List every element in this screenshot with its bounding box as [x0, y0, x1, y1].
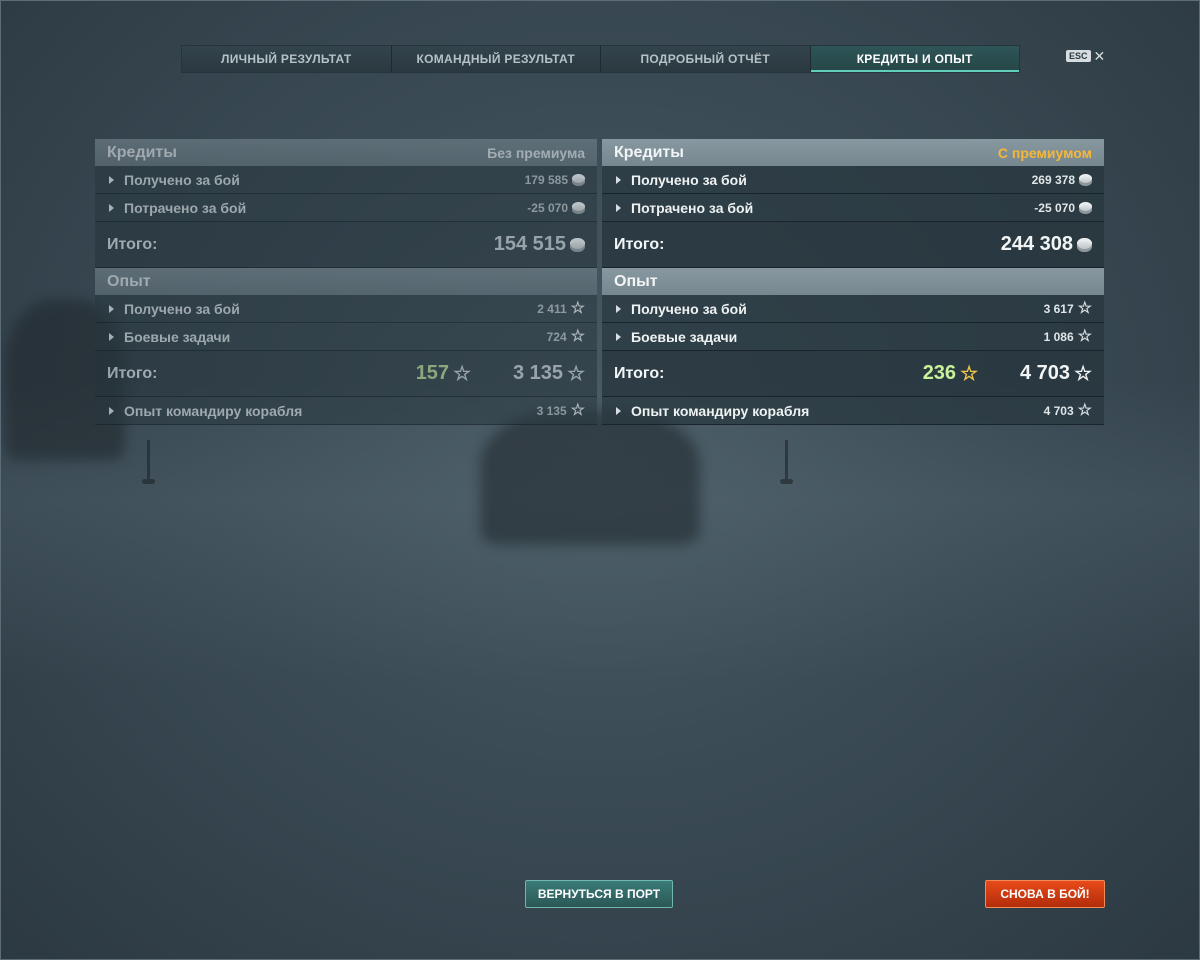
xp-earned-value: 3 617 — [1043, 301, 1074, 316]
battle-again-button[interactable]: СНОВА В БОЙ! — [985, 880, 1105, 908]
credits-spent-label: Потрачено за бой — [124, 199, 247, 216]
tab-personal-result[interactable]: ЛИЧНЫЙ РЕЗУЛЬТАТ — [182, 46, 392, 72]
sea-haze — [0, 380, 1200, 680]
expand-arrow-icon — [616, 304, 621, 313]
xp-star-icon: ☆ — [570, 299, 585, 317]
credits-earned-label: Получено за бой — [631, 171, 747, 188]
expand-arrow-icon — [109, 304, 114, 313]
commander-xp-value: 4 703 — [1043, 403, 1074, 418]
commander-xp-row[interactable]: Опыт командиру корабля 3 135 ☆ — [95, 397, 597, 425]
commander-xp-value: 3 135 — [536, 403, 567, 418]
no-premium-panel: Кредиты Без премиума Получено за бой 179… — [95, 139, 597, 425]
credits-coin-icon — [1077, 237, 1092, 252]
credits-spent-label: Потрачено за бой — [631, 199, 754, 216]
xp-star-icon: ☆ — [1077, 327, 1092, 345]
xp-earned-row[interactable]: Получено за бой 3 617 ☆ — [602, 295, 1104, 323]
xp-title: Опыт — [614, 272, 658, 290]
tab-detailed-report[interactable]: ПОДРОБНЫЙ ОТЧЁТ — [601, 46, 811, 72]
close-icon: ✕ — [1093, 48, 1106, 64]
credits-earned-value: 179 585 — [524, 172, 568, 187]
credits-coin-icon — [572, 201, 585, 214]
credits-coin-icon — [1079, 201, 1092, 214]
credits-total-row: Итого: 154 515 — [95, 222, 597, 268]
results-tabs: ЛИЧНЫЙ РЕЗУЛЬТАТ КОМАНДНЫЙ РЕЗУЛЬТАТ ПОД… — [181, 45, 1020, 73]
xp-earned-label: Получено за бой — [124, 300, 240, 317]
free-xp-star-icon: ☆ — [453, 362, 471, 385]
credits-total-label: Итого: — [107, 235, 158, 253]
xp-earned-row[interactable]: Получено за бой 2 411 ☆ — [95, 295, 597, 323]
xp-total-value: 4 703 — [1020, 362, 1071, 384]
ship-silhouette — [480, 410, 700, 545]
premium-subtitle: С премиумом — [997, 144, 1092, 161]
xp-header: Опыт — [95, 268, 597, 295]
xp-star-icon: ☆ — [570, 401, 585, 419]
credits-header: Кредиты С премиумом — [602, 139, 1104, 166]
credits-title: Кредиты — [614, 143, 684, 161]
free-xp: 236 ☆ — [923, 362, 978, 385]
xp-total-value: 3 135 — [513, 362, 564, 384]
expand-arrow-icon — [109, 175, 114, 184]
credits-coin-icon — [570, 237, 585, 252]
commander-xp-label: Опыт командиру корабля — [124, 402, 303, 419]
xp-total-label: Итого: — [107, 364, 158, 382]
credits-total-value: 244 308 — [1000, 233, 1073, 255]
close-button[interactable]: ESC ✕ — [1066, 48, 1106, 64]
expand-arrow-icon — [616, 203, 621, 212]
xp-star-icon: ☆ — [570, 327, 585, 345]
xp-tasks-value: 1 086 — [1043, 329, 1074, 344]
tab-credits-and-xp[interactable]: КРЕДИТЫ И ОПЫТ — [810, 46, 1019, 72]
credits-title: Кредиты — [107, 143, 177, 161]
expand-arrow-icon — [109, 203, 114, 212]
xp-star-icon: ☆ — [567, 362, 585, 385]
expand-arrow-icon — [109, 332, 114, 341]
xp-total-label: Итого: — [614, 364, 665, 382]
commander-xp-label: Опыт командиру корабля — [631, 402, 810, 419]
xp-tasks-value: 724 — [546, 329, 567, 344]
xp-star-icon: ☆ — [1077, 401, 1092, 419]
buoy — [142, 440, 155, 484]
credits-earned-label: Получено за бой — [124, 171, 240, 188]
xp-star-icon: ☆ — [1077, 299, 1092, 317]
credits-earned-row[interactable]: Получено за бой 179 585 — [95, 166, 597, 194]
tab-team-result[interactable]: КОМАНДНЫЙ РЕЗУЛЬТАТ — [391, 46, 601, 72]
free-xp: 157 ☆ — [416, 362, 471, 385]
credits-spent-row[interactable]: Потрачено за бой -25 070 — [95, 194, 597, 222]
credits-coin-icon — [572, 173, 585, 186]
xp-tasks-label: Боевые задачи — [631, 328, 738, 345]
expand-arrow-icon — [109, 406, 114, 415]
free-xp-value: 236 — [922, 362, 957, 384]
expand-arrow-icon — [616, 332, 621, 341]
commander-xp-row[interactable]: Опыт командиру корабля 4 703 ☆ — [602, 397, 1104, 425]
credits-total-value: 154 515 — [493, 233, 566, 255]
no-premium-subtitle: Без премиума — [487, 144, 585, 161]
credits-spent-value: -25 070 — [527, 200, 568, 215]
credits-coin-icon — [1079, 173, 1092, 186]
xp-title: Опыт — [107, 272, 151, 290]
xp-star-icon: ☆ — [1074, 362, 1092, 385]
expand-arrow-icon — [616, 175, 621, 184]
buoy — [780, 440, 793, 484]
xp-tasks-row[interactable]: Боевые задачи 1 086 ☆ — [602, 323, 1104, 351]
xp-tasks-label: Боевые задачи — [124, 328, 231, 345]
credits-spent-row[interactable]: Потрачено за бой -25 070 — [602, 194, 1104, 222]
esc-key-label: ESC — [1066, 50, 1091, 62]
credits-total-label: Итого: — [614, 235, 665, 253]
xp-total-row: Итого: 236 ☆ 4 703 ☆ — [602, 351, 1104, 397]
credits-total-row: Итого: 244 308 — [602, 222, 1104, 268]
expand-arrow-icon — [616, 406, 621, 415]
free-xp-star-icon: ☆ — [960, 362, 978, 385]
xp-total-row: Итого: 157 ☆ 3 135 ☆ — [95, 351, 597, 397]
premium-panel: Кредиты С премиумом Получено за бой 269 … — [602, 139, 1104, 425]
free-xp-value: 157 — [415, 362, 450, 384]
credits-header: Кредиты Без премиума — [95, 139, 597, 166]
xp-earned-value: 2 411 — [537, 301, 567, 316]
xp-header: Опыт — [602, 268, 1104, 295]
xp-tasks-row[interactable]: Боевые задачи 724 ☆ — [95, 323, 597, 351]
return-to-port-button[interactable]: ВЕРНУТЬСЯ В ПОРТ — [525, 880, 673, 908]
credits-earned-row[interactable]: Получено за бой 269 378 — [602, 166, 1104, 194]
credits-earned-value: 269 378 — [1031, 172, 1075, 187]
credits-spent-value: -25 070 — [1034, 200, 1075, 215]
xp-earned-label: Получено за бой — [631, 300, 747, 317]
